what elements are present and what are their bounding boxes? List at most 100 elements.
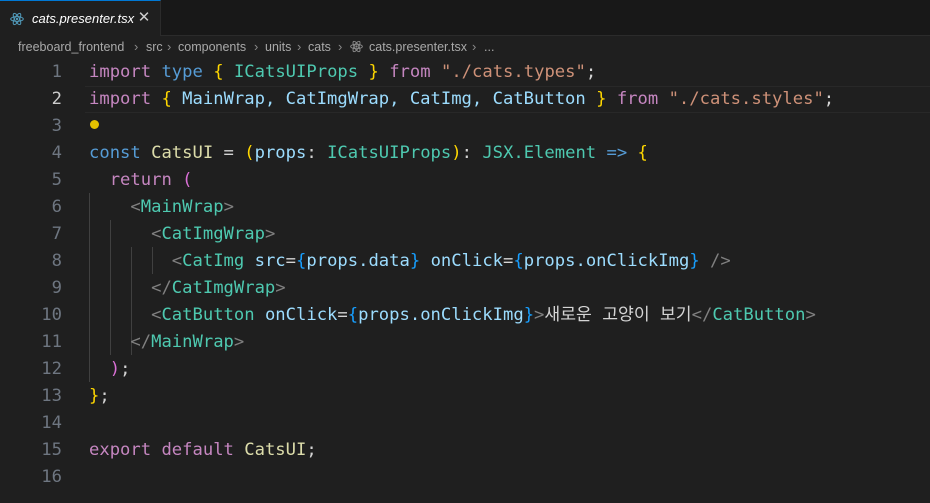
tag-bracket: <	[151, 305, 162, 325]
bracket: )	[109, 359, 121, 379]
expression: props.onClickImg	[358, 305, 524, 325]
chevron-right-icon: ›	[134, 39, 139, 54]
tag-bracket: >	[805, 305, 816, 325]
punctuation: =	[213, 143, 245, 163]
jsx-tag: CatButton	[161, 305, 255, 325]
line-number: 10	[41, 305, 62, 325]
keyword: import	[89, 62, 152, 82]
punctuation: ;	[585, 62, 597, 82]
tag-bracket: >	[275, 278, 286, 298]
bracket: {	[347, 305, 359, 325]
code-line: </CatImgWrap>	[89, 275, 286, 302]
bracket: {	[637, 143, 648, 163]
breadcrumb: freeboard_frontend › src › components › …	[0, 36, 930, 58]
close-icon[interactable]: ✕	[136, 10, 152, 26]
expression: props.onClickImg	[523, 251, 690, 271]
breadcrumb-item[interactable]: components	[178, 40, 246, 54]
punctuation: :	[306, 143, 328, 163]
code-line: import { MainWrap, CatImgWrap, CatImg, C…	[89, 86, 834, 113]
expression: props.data	[306, 251, 410, 271]
tag-bracket: </	[130, 332, 152, 352]
keyword: const	[89, 143, 141, 163]
punctuation: ;	[823, 89, 835, 109]
line-number: 12	[41, 359, 62, 379]
line-number: 4	[51, 143, 62, 163]
tag-bracket: <	[151, 224, 162, 244]
breadcrumb-item[interactable]: ...	[484, 40, 494, 54]
tag-bracket: >	[223, 197, 234, 217]
breadcrumb-item[interactable]: units	[265, 40, 291, 54]
line-number: 13	[41, 386, 62, 406]
type-name: ICatsUIProps	[327, 143, 452, 163]
line-number: 9	[51, 278, 62, 298]
bracket: {	[213, 62, 224, 82]
bracket: }	[523, 305, 535, 325]
keyword: import	[89, 89, 152, 109]
bracket: }	[89, 386, 100, 406]
chevron-right-icon: ›	[297, 39, 302, 54]
punctuation: ;	[306, 440, 317, 460]
type-name: ICatsUIProps	[233, 62, 359, 82]
code-line: <MainWrap>	[89, 194, 234, 221]
tab-cats-presenter[interactable]: cats.presenter.tsx ✕	[0, 0, 161, 36]
code-line: <CatImg src={props.data} onClick={props.…	[89, 248, 731, 275]
chevron-right-icon: ›	[472, 39, 477, 54]
jsx-tag: CatButton	[712, 305, 806, 325]
parameter: props	[254, 143, 307, 163]
code-line: );	[89, 356, 131, 383]
line-number: 8	[51, 251, 62, 271]
tag-bracket: <	[171, 251, 183, 271]
line-number: 14	[41, 413, 62, 433]
type-name: JSX.Element	[482, 143, 597, 163]
punctuation: ;	[120, 359, 131, 379]
bracket: )	[451, 143, 462, 163]
chevron-right-icon: ›	[167, 39, 172, 54]
tag-bracket: />	[699, 251, 731, 271]
keyword: type	[161, 62, 203, 82]
jsx-attribute: src	[254, 251, 286, 271]
keyword: return	[109, 170, 172, 190]
tag-bracket: >	[233, 332, 245, 352]
breadcrumb-item[interactable]: freeboard_frontend	[18, 40, 124, 54]
tag-bracket: </	[151, 278, 172, 298]
bracket: (	[182, 170, 193, 190]
bracket: {	[296, 251, 307, 271]
tag-bracket: >	[264, 224, 276, 244]
bracket: {	[513, 251, 524, 271]
string: "./cats.styles"	[668, 89, 824, 109]
tag-bracket: >	[534, 305, 545, 325]
jsx-tag: CatImgWrap	[161, 224, 265, 244]
jsx-attribute: onClick	[264, 305, 338, 325]
chevron-right-icon: ›	[338, 39, 343, 54]
line-number: 3	[51, 116, 62, 136]
breadcrumb-item[interactable]: src	[146, 40, 163, 54]
line-number: 16	[41, 467, 62, 487]
code-line: import type { ICatsUIProps } from "./cat…	[89, 59, 596, 86]
tab-label: cats.presenter.tsx	[32, 11, 135, 26]
bracket: {	[161, 89, 172, 109]
breadcrumb-item[interactable]: cats	[308, 40, 331, 54]
punctuation: =	[337, 305, 348, 325]
punctuation: ;	[99, 386, 110, 406]
jsx-attribute: onClick	[430, 251, 504, 271]
bracket: (	[244, 143, 255, 163]
keyword: default	[161, 440, 234, 460]
chevron-right-icon: ›	[254, 39, 259, 54]
line-number: 6	[51, 197, 62, 217]
bracket: }	[596, 89, 607, 109]
arrow: =>	[596, 143, 638, 163]
react-icon	[350, 40, 363, 53]
line-number: 5	[51, 170, 62, 190]
identifier-list: MainWrap, CatImgWrap, CatImg, CatButton	[182, 89, 586, 109]
tag-bracket: <	[130, 197, 141, 217]
jsx-tag: CatImg	[182, 251, 245, 271]
breadcrumb-item[interactable]: cats.presenter.tsx	[369, 40, 467, 54]
code-editor[interactable]: 1 2 3 4 5 6 7 8 9 10 11 12 13 14 15 16 i…	[0, 58, 930, 503]
line-number: 15	[41, 440, 62, 460]
react-icon	[10, 12, 24, 26]
jsx-tag: MainWrap	[140, 197, 224, 217]
code-line: };	[89, 383, 110, 410]
code-line: const CatsUI = (props: ICatsUIProps): JS…	[89, 140, 648, 167]
lightbulb-icon[interactable]	[90, 120, 99, 129]
code-line: </MainWrap>	[89, 329, 244, 356]
